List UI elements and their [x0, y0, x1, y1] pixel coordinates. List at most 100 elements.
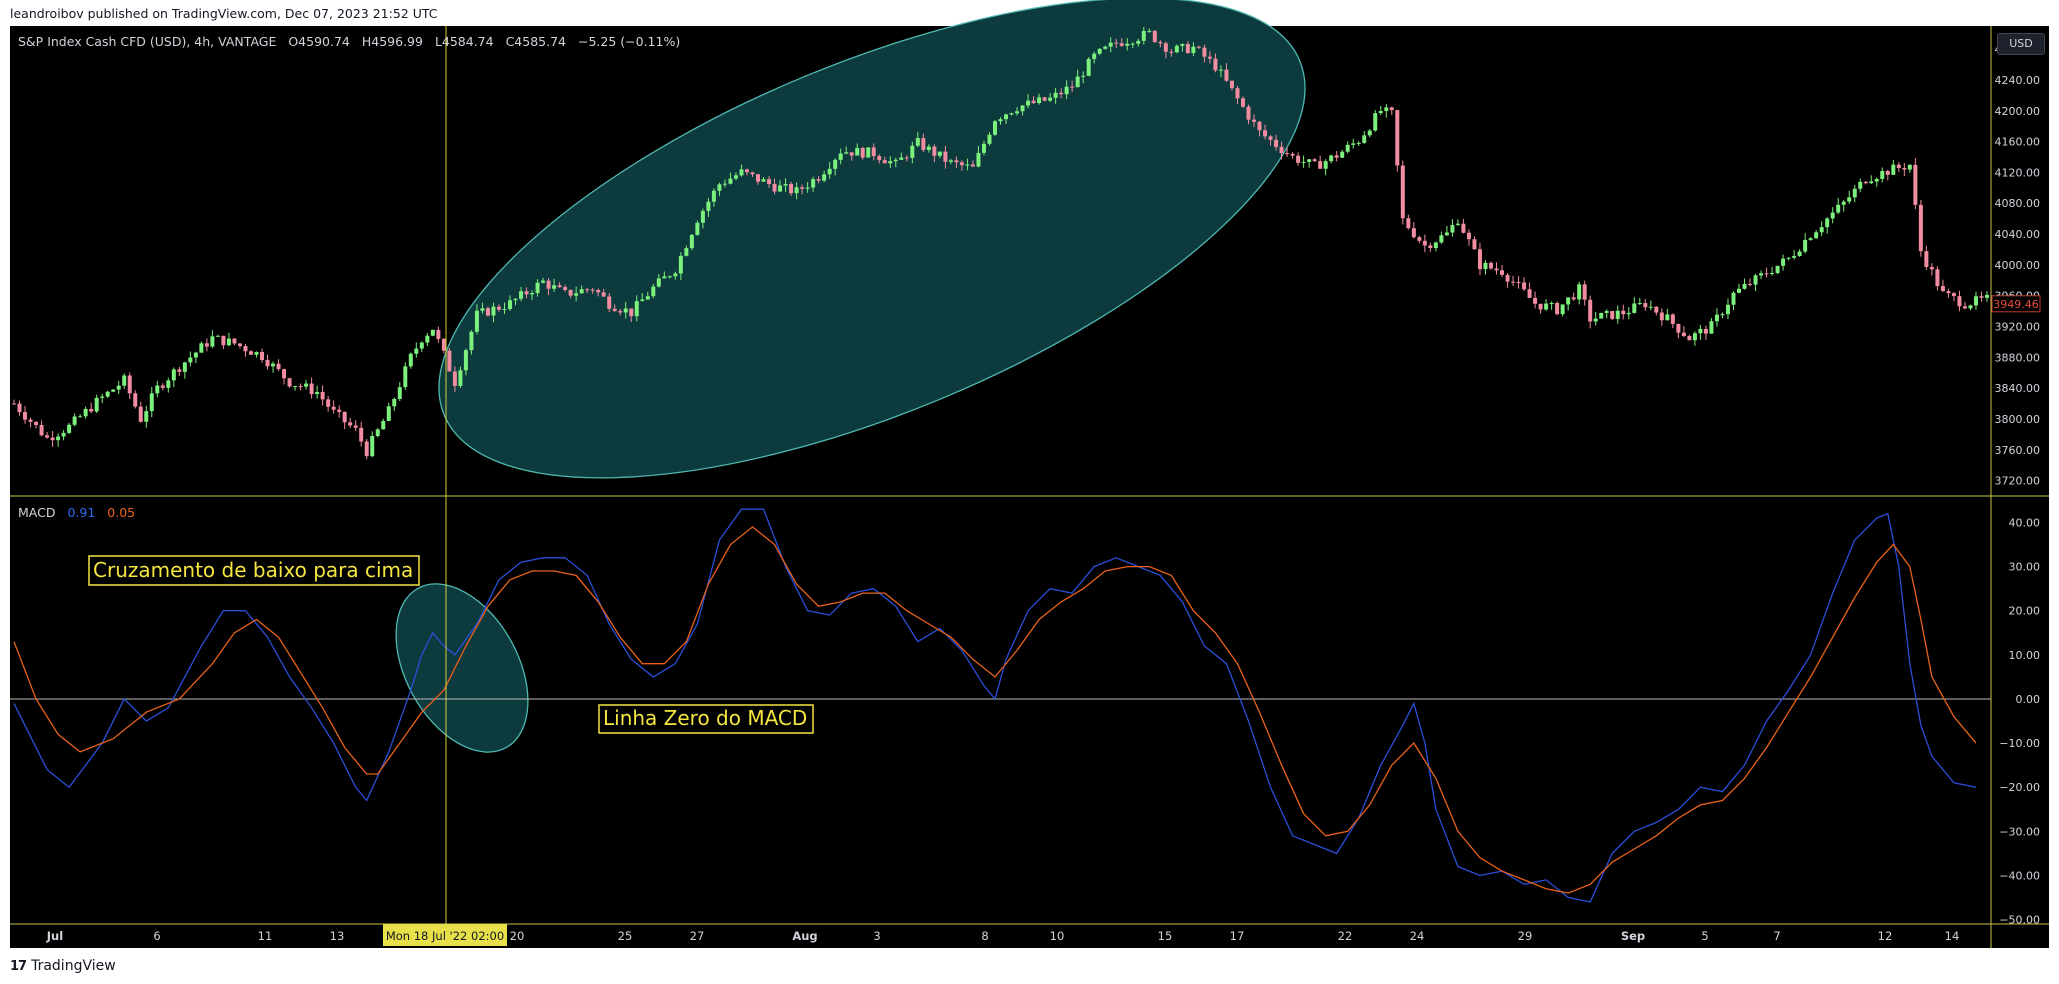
candle-body — [508, 300, 513, 309]
candle-body — [1356, 142, 1361, 144]
candle-body — [1819, 227, 1824, 233]
candle-body — [1725, 304, 1730, 315]
ohlc-close: C4585.74 — [506, 34, 566, 49]
candle-body — [750, 172, 755, 175]
candle-body — [976, 152, 981, 167]
candle — [447, 347, 452, 372]
candle — [689, 233, 694, 251]
ohlc-change: −5.25 (−0.11%) — [578, 34, 680, 49]
candle-body — [1979, 296, 1984, 298]
candle-body — [1621, 310, 1626, 315]
candle-body — [1610, 310, 1615, 319]
candle-body — [149, 393, 154, 412]
candle-body — [1362, 135, 1367, 143]
candle-body — [1803, 239, 1808, 252]
candle-body — [1781, 258, 1786, 266]
candle-body — [1026, 100, 1031, 106]
candle-body — [1279, 146, 1284, 154]
candle-body — [590, 289, 595, 291]
price-tick-label: 3720.00 — [1995, 475, 2041, 488]
candle-body — [700, 210, 705, 223]
candle-body — [921, 138, 926, 150]
candle — [1395, 109, 1400, 172]
candle-body — [1985, 294, 1989, 298]
candle — [485, 306, 490, 317]
candle-body — [667, 276, 672, 278]
candle-body — [1555, 303, 1560, 315]
candle-body — [1334, 155, 1339, 158]
candle-body — [248, 351, 253, 355]
time-tick-label: 15 — [1158, 929, 1173, 943]
candle-body — [1202, 47, 1207, 57]
candle-body — [948, 160, 953, 162]
candle — [287, 377, 292, 388]
candle-body — [838, 153, 843, 160]
candle-body — [981, 143, 986, 153]
time-tick-label: 13 — [330, 929, 345, 943]
brand-name: TradingView — [31, 958, 116, 974]
chart-canvas[interactable]: 3720.003760.003800.003840.003880.003920.… — [0, 0, 2059, 984]
candle-body — [237, 343, 242, 347]
candle-body — [56, 436, 61, 441]
candle-body — [1268, 136, 1273, 140]
candle-body — [1477, 249, 1482, 270]
currency-button[interactable]: USD — [1997, 33, 2045, 55]
candle-body — [568, 289, 573, 296]
candle-body — [309, 383, 314, 395]
candle-body — [1340, 151, 1345, 158]
candle-body — [1263, 130, 1268, 137]
candle-body — [1224, 69, 1229, 81]
candle-body — [144, 411, 149, 422]
candle-body — [1593, 318, 1598, 322]
macd-tick-label: 30.00 — [2009, 561, 2041, 574]
candle-body — [375, 429, 380, 437]
candle — [1599, 312, 1604, 319]
ohlc-open: O4590.74 — [288, 34, 350, 49]
candle-body — [1318, 161, 1323, 169]
candle-body — [304, 383, 309, 387]
candle-body — [1422, 240, 1427, 246]
candle-body — [381, 420, 386, 430]
candle-body — [397, 387, 402, 399]
candle-body — [1037, 97, 1042, 104]
candle-body — [1681, 332, 1686, 337]
candle-body — [474, 310, 479, 332]
candle-body — [860, 147, 865, 158]
candle-body — [1665, 314, 1670, 321]
candle-body — [45, 435, 50, 438]
candle-body — [722, 183, 727, 185]
candle-body — [1808, 238, 1813, 240]
candle-body — [287, 378, 292, 387]
candle-body — [888, 161, 893, 164]
candle-body — [226, 338, 231, 346]
candle-body — [629, 308, 634, 317]
candle-body — [932, 146, 937, 156]
candle-body — [1004, 114, 1009, 120]
price-tick-label: 4160.00 — [1995, 136, 2041, 149]
candle-body — [1924, 251, 1929, 267]
candle-body — [1086, 58, 1091, 76]
price-tick-label: 4040.00 — [1995, 228, 2041, 241]
candle-body — [1797, 251, 1802, 256]
price-tick-label: 4240.00 — [1995, 74, 2041, 87]
candle-body — [1516, 282, 1521, 284]
candle-body — [1252, 119, 1257, 122]
candle — [992, 120, 997, 136]
candle-body — [160, 385, 165, 388]
candle-body — [1786, 257, 1791, 259]
candle-body — [1163, 43, 1168, 52]
candle-body — [1439, 235, 1444, 243]
candle-body — [1951, 293, 1956, 297]
candle-body — [370, 436, 375, 457]
candle-body — [485, 308, 490, 316]
candle-body — [386, 406, 391, 421]
candle-body — [1290, 153, 1295, 156]
candle-body — [1483, 262, 1488, 270]
candle-body — [970, 164, 975, 167]
brand-footer[interactable]: 17 TradingView — [10, 958, 116, 974]
candle-body — [1929, 266, 1934, 270]
candle-body — [1703, 328, 1708, 334]
candle-body — [12, 403, 16, 405]
candle-body — [1229, 80, 1234, 89]
candle-body — [458, 370, 463, 386]
